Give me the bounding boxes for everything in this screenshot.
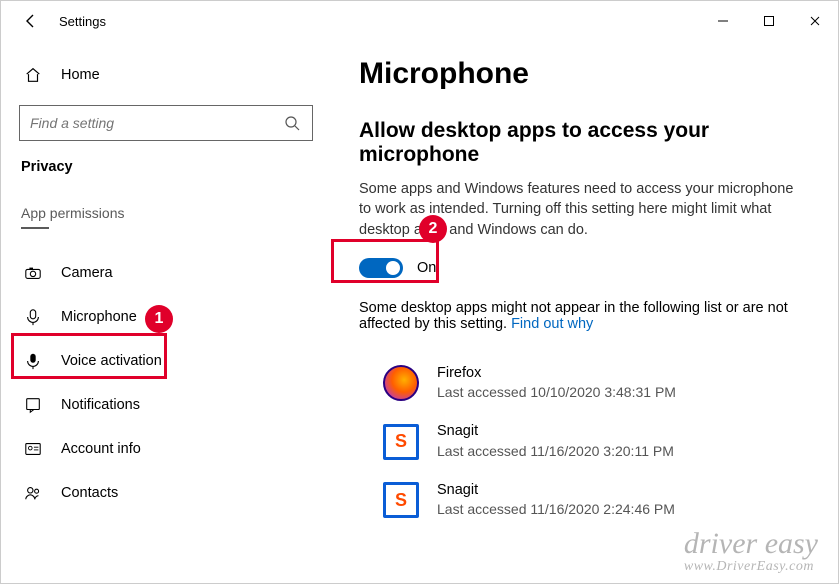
back-button[interactable] — [21, 11, 41, 31]
home-icon — [23, 65, 43, 85]
section-description: Some apps and Windows features need to a… — [359, 179, 799, 240]
sidebar-item-contacts[interactable]: Contacts — [19, 471, 313, 515]
app-last-accessed: Last accessed 11/16/2020 2:24:46 PM — [437, 500, 675, 519]
sidebar-item-label: Contacts — [61, 485, 118, 501]
titlebar: Settings — [1, 1, 838, 41]
allow-desktop-apps-toggle[interactable] — [359, 258, 403, 278]
watermark-url: www.DriverEasy.com — [684, 559, 818, 575]
watermark-title: driver easy — [684, 529, 818, 559]
note-text: Some desktop apps might not appear in th… — [359, 300, 799, 332]
main-panel: Microphone Allow desktop apps to access … — [331, 41, 838, 583]
sidebar-item-label: Camera — [61, 265, 113, 281]
section-title: Allow desktop apps to access your microp… — [359, 119, 810, 167]
sidebar-home[interactable]: Home — [19, 53, 313, 97]
sidebar-item-notifications[interactable]: Notifications — [19, 383, 313, 427]
sidebar-item-label: Microphone — [61, 309, 137, 325]
notifications-icon — [23, 395, 43, 415]
search-input[interactable] — [30, 115, 282, 131]
sidebar-item-microphone[interactable]: Microphone — [19, 295, 313, 339]
window-controls — [700, 6, 838, 36]
app-last-accessed: Last accessed 10/10/2020 3:48:31 PM — [437, 383, 676, 402]
window-title: Settings — [59, 14, 106, 29]
search-box[interactable] — [19, 105, 313, 141]
maximize-button[interactable] — [746, 6, 792, 36]
account-info-icon — [23, 439, 43, 459]
page-title: Microphone — [359, 57, 810, 91]
sidebar-home-label: Home — [61, 67, 100, 83]
app-last-accessed: Last accessed 11/16/2020 3:20:11 PM — [437, 442, 674, 461]
sidebar-item-label: Account info — [61, 441, 141, 457]
close-button[interactable] — [792, 6, 838, 36]
app-name: Snagit — [437, 422, 674, 442]
camera-icon — [23, 263, 43, 283]
toggle-row: On — [359, 258, 810, 278]
voice-activation-icon — [23, 351, 43, 371]
app-row: Firefox Last accessed 10/10/2020 3:48:31… — [359, 354, 810, 412]
sidebar-item-account-info[interactable]: Account info — [19, 427, 313, 471]
minimize-button[interactable] — [700, 6, 746, 36]
sidebar-divider — [21, 227, 49, 229]
app-name: Firefox — [437, 364, 676, 384]
snagit-icon: S — [383, 424, 419, 460]
contacts-icon — [23, 483, 43, 503]
find-out-why-link[interactable]: Find out why — [511, 316, 593, 332]
app-row: S Snagit Last accessed 11/16/2020 3:20:1… — [359, 412, 810, 470]
toggle-state-label: On — [417, 260, 436, 276]
app-row: S Snagit Last accessed 11/16/2020 2:24:4… — [359, 471, 810, 529]
watermark: driver easy www.DriverEasy.com — [684, 529, 818, 575]
snagit-icon: S — [383, 482, 419, 518]
sidebar-section-title: Privacy — [21, 159, 313, 175]
sidebar: Home Privacy App permissions Camera Micr… — [1, 41, 331, 583]
microphone-icon — [23, 307, 43, 327]
sidebar-group-label: App permissions — [21, 205, 313, 221]
sidebar-item-voice-activation[interactable]: Voice activation — [19, 339, 313, 383]
app-name: Snagit — [437, 481, 675, 501]
sidebar-item-label: Notifications — [61, 397, 140, 413]
sidebar-item-camera[interactable]: Camera — [19, 251, 313, 295]
firefox-icon — [383, 365, 419, 401]
sidebar-item-label: Voice activation — [61, 353, 162, 369]
search-icon — [282, 113, 302, 133]
